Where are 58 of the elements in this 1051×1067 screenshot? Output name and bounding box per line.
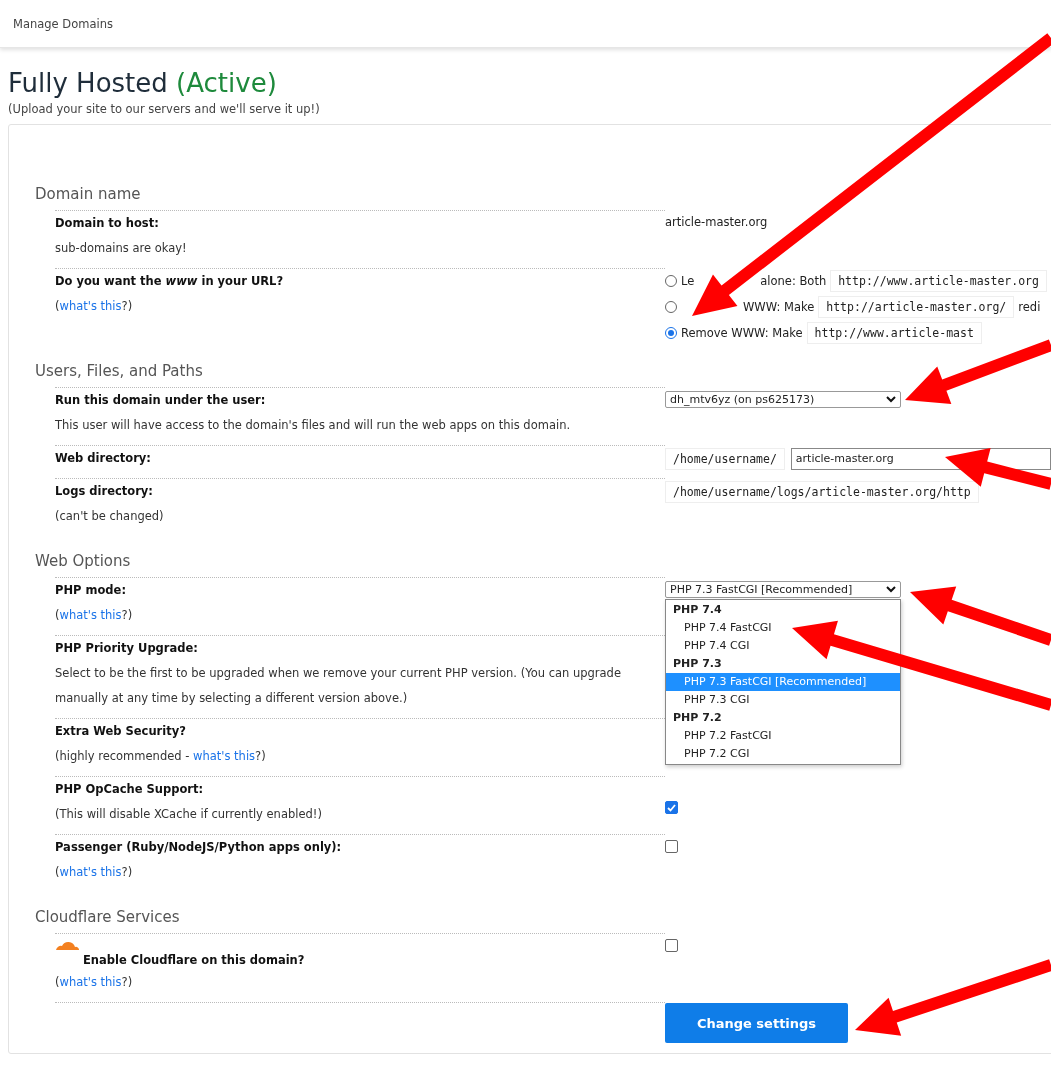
breadcrumb[interactable]: Manage Domains [13, 16, 113, 31]
field-label: PHP Priority Upgrade: [55, 640, 199, 657]
field-label: Run this domain under the user: [55, 392, 267, 409]
page-subtitle: (Upload your site to our servers and we'll serve it up!) [8, 102, 321, 116]
field-label: Web directory: [55, 450, 152, 467]
dropdown-option[interactable]: PHP 7.2 FastCGI [666, 727, 900, 745]
field-note: sub-domains are okay! [55, 240, 188, 257]
field-label: PHP OpCache Support: [55, 781, 205, 798]
help-note: (highly recommended - what's this?) [55, 748, 267, 765]
change-settings-button[interactable]: Change settings [665, 1003, 848, 1043]
path-prefix: /home/username/ [665, 448, 785, 470]
section-heading: Users, Files, and Paths [35, 361, 204, 382]
help-link[interactable]: what's this [59, 975, 122, 989]
dropdown-option[interactable]: PHP 7.2 CGI [666, 745, 900, 763]
section-heading: Cloudflare Services [35, 907, 181, 928]
domain-value: article-master.org [665, 214, 769, 231]
chevron-down-icon [886, 396, 896, 403]
help-link[interactable]: what's this [59, 608, 122, 622]
checkbox[interactable] [665, 840, 678, 853]
url-field: http://www.article-mast [806, 322, 982, 344]
dropdown-select[interactable]: PHP 7.3 FastCGI [Recommended] [665, 581, 901, 598]
help-note: (what's this?) [55, 607, 134, 624]
chevron-down-icon [886, 586, 896, 593]
field-note: Select to be the first to be upgraded when we remove your current PHP version. (You can upgrade manually at any time by selecting a different version above.) [55, 665, 622, 707]
field-label: Passenger (Ruby/NodeJS/Python apps only): [55, 839, 343, 856]
checkbox[interactable] [665, 801, 678, 814]
field-label: Do you want the www in your URL? [55, 273, 285, 290]
option-group-label: PHP 7.4 [672, 602, 723, 618]
radio-label: WWW: Make [743, 298, 815, 316]
page-title: Fully Hosted (Active) [8, 67, 278, 100]
field-note: (This will disable XCache if currently enabled!) [55, 806, 323, 823]
field-label: Domain to host: [55, 215, 160, 232]
help-link[interactable]: what's this [59, 865, 122, 879]
field-label: Extra Web Security? [55, 723, 187, 740]
checkbox[interactable] [665, 939, 678, 952]
help-link[interactable]: what's this [193, 749, 256, 763]
field-label: Enable Cloudflare on this domain? [83, 952, 306, 969]
section-heading: Domain name [35, 184, 142, 205]
radio-label: alone: Both [760, 272, 827, 290]
field-note: This user will have access to the domain's files and will run the web apps on this domain. [55, 417, 572, 434]
logs-path: /home/username/logs/article-master.org/http [665, 481, 979, 503]
field-note: (can't be changed) [55, 508, 165, 525]
help-link[interactable]: what's this [59, 299, 122, 313]
section-heading: Web Options [35, 551, 132, 572]
dropdown-select[interactable]: dh_mtv6yz (on ps625173) [665, 391, 901, 408]
field-label: Logs directory: [55, 483, 154, 500]
field-label: PHP mode: [55, 582, 127, 599]
dropdown-option[interactable]: PHP 7.3 CGI [666, 691, 900, 709]
radio-label: Remove WWW: Make [681, 324, 803, 342]
help-note: (what's this?) [55, 298, 134, 315]
radio-label: Le [681, 272, 695, 290]
help-note: (what's this?) [55, 864, 134, 881]
option-group-label: PHP 7.3 [672, 656, 723, 672]
option-group-label: PHP 7.2 [672, 710, 723, 726]
help-note: (what's this?) [55, 974, 134, 991]
url-field: http://www.article-master.org [830, 270, 1047, 292]
radio-suffix: redi [1018, 298, 1041, 316]
url-field: http://article-master.org/ [818, 296, 1015, 318]
